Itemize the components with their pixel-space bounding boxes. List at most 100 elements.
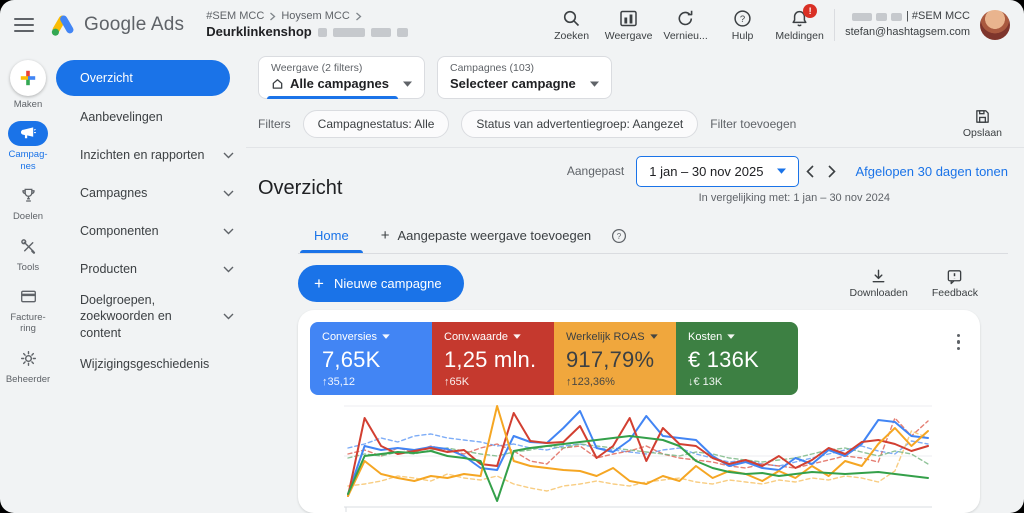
create-plus-icon xyxy=(19,69,37,87)
save-label: Opslaan xyxy=(963,127,1002,139)
menu-item-producten[interactable]: Producten xyxy=(56,250,246,288)
feedback-label: Feedback xyxy=(932,287,978,299)
scorecard-kosten[interactable]: Kosten € 136K ↓€ 13K xyxy=(676,322,798,395)
rail-item-beheerder[interactable]: Beheerder xyxy=(0,346,56,385)
scorecard-label: Kosten xyxy=(688,331,722,343)
date-mode-label: Aangepast xyxy=(567,164,624,178)
date-next-button[interactable] xyxy=(821,165,843,178)
tab-label: Home xyxy=(314,228,349,243)
date-range-picker[interactable]: 1 jan – 30 nov 2025 xyxy=(636,156,799,187)
menu-label: Overzicht xyxy=(80,71,133,85)
scorecard-value: 7,65K xyxy=(322,347,420,373)
caret-down-icon xyxy=(513,334,521,339)
scorecard-conv-waarde[interactable]: Conv.waarde 1,25 mln. ↑65K xyxy=(432,322,554,395)
menu-item-componenten[interactable]: Componenten xyxy=(56,212,246,250)
account-email: stefan@hashtagsem.com xyxy=(845,25,970,41)
notification-badge: ! xyxy=(803,4,817,18)
chart-canvas xyxy=(344,404,932,513)
feedback-button[interactable]: Feedback xyxy=(932,268,978,299)
help-button[interactable]: ? Hulp xyxy=(714,9,771,42)
breadcrumb-level1[interactable]: #SEM MCC xyxy=(206,9,264,23)
chevron-right-icon xyxy=(828,165,836,178)
account-name[interactable]: Deurklinkenshop xyxy=(206,24,311,41)
date-prev-button[interactable] xyxy=(799,165,821,178)
refresh-button[interactable]: Vernieu... xyxy=(657,9,714,42)
add-filter-button[interactable]: Filter toevoegen xyxy=(710,117,796,131)
menu-hamburger-icon[interactable] xyxy=(14,18,34,32)
help-label: Hulp xyxy=(714,30,771,42)
billing-icon xyxy=(20,288,37,305)
topbar-divider xyxy=(834,9,835,41)
rail-item-doelen[interactable]: Doelen xyxy=(0,183,56,222)
rail-item-tools[interactable]: Tools xyxy=(0,234,56,273)
save-icon xyxy=(974,108,991,125)
avatar[interactable] xyxy=(980,10,1010,40)
download-button[interactable]: Downloaden xyxy=(849,268,907,299)
google-ads-logo-icon xyxy=(50,12,76,38)
feedback-icon xyxy=(946,268,963,285)
menu-label: Aanbevelingen xyxy=(80,110,163,124)
scorecard-werkelijk-roas[interactable]: Werkelijk ROAS 917,79% ↑123,36% xyxy=(554,322,676,395)
refresh-label: Vernieu... xyxy=(657,30,714,42)
view-selector-label: Weergave (2 filters) xyxy=(271,62,412,74)
scorecard-label: Conversies xyxy=(322,331,377,343)
search-button[interactable]: Zoeken xyxy=(543,9,600,42)
rail-item-campagnes[interactable]: Campag-nes xyxy=(0,121,56,172)
rail-label: Beheerder xyxy=(3,374,53,385)
scorecard-value: € 136K xyxy=(688,347,786,373)
menu-item-doelgroepen[interactable]: Doelgroepen, zoekwoorden en content xyxy=(56,288,246,345)
tab-add-custom-view[interactable]: + Aangepaste weergave toevoegen xyxy=(365,220,607,253)
chevron-right-icon xyxy=(269,12,276,21)
scorecard-delta: ↑65K xyxy=(444,376,542,388)
show-last-30-days-link[interactable]: Afgelopen 30 dagen tonen xyxy=(855,164,1008,179)
card-menu-kebab-icon[interactable] xyxy=(953,330,965,355)
save-button[interactable]: Opslaan xyxy=(963,108,1002,139)
chevron-down-icon xyxy=(223,228,234,235)
view-selector[interactable]: Weergave (2 filters) Alle campagnes xyxy=(258,56,425,99)
caret-down-icon xyxy=(650,334,658,339)
caret-down-icon xyxy=(403,81,412,87)
view-button[interactable]: Weergave xyxy=(600,9,657,42)
google-ads-logo[interactable]: Google Ads xyxy=(50,12,184,38)
tabs-help-button[interactable]: ? xyxy=(611,228,627,244)
menu-label: Campagnes xyxy=(80,186,147,200)
plus-icon: + xyxy=(381,227,390,244)
filter-chip-advertentiegroep[interactable]: Status van advertentiegroep: Aangezet xyxy=(461,110,698,138)
campaign-selector[interactable]: Campagnes (103) Selecteer campagne xyxy=(437,56,612,99)
rail-item-maken[interactable]: Maken xyxy=(0,60,56,110)
breadcrumb-level2[interactable]: Hoysem MCC xyxy=(281,9,349,23)
tabs: Home + Aangepaste weergave toevoegen ? xyxy=(298,220,1008,254)
home-icon xyxy=(271,77,284,90)
plus-icon: + xyxy=(314,275,324,292)
new-campaign-button[interactable]: + Nieuwe campagne xyxy=(298,265,464,302)
logo-text: Google Ads xyxy=(84,14,184,36)
menu-item-wijzigingsgeschiedenis[interactable]: Wijzigingsgeschiedenis xyxy=(56,345,246,383)
caret-down-icon xyxy=(727,334,735,339)
gear-icon xyxy=(20,350,37,367)
redacted-block xyxy=(891,13,902,21)
scorecard-value: 1,25 mln. xyxy=(444,347,542,373)
menu-item-inzichten-en-rapporten[interactable]: Inzichten en rapporten xyxy=(56,136,246,174)
menu-item-campagnes[interactable]: Campagnes xyxy=(56,174,246,212)
caret-down-icon xyxy=(590,81,599,87)
menu-item-overzicht[interactable]: Overzicht xyxy=(56,60,230,96)
actions-row: + Nieuwe campagne Downloaden Feedback xyxy=(298,265,1008,302)
nav-menu: Overzicht Aanbevelingen Inzichten en rap… xyxy=(56,48,246,513)
chevron-right-icon xyxy=(355,12,362,21)
notifications-button[interactable]: ! Meldingen xyxy=(771,9,828,42)
performance-chart[interactable]: 30 dec 2024 24 nov 2025 xyxy=(344,404,932,513)
redacted-block xyxy=(852,13,872,21)
caret-down-icon xyxy=(382,334,390,339)
filter-chip-campagnestatus[interactable]: Campagnestatus: Alle xyxy=(303,110,450,138)
columns-icon xyxy=(619,9,638,28)
svg-text:?: ? xyxy=(740,14,745,25)
scorecard-delta: ↓€ 13K xyxy=(688,376,786,388)
tab-home[interactable]: Home xyxy=(298,221,365,252)
rail-item-facturering[interactable]: Facture-ring xyxy=(0,284,56,335)
menu-item-aanbevelingen[interactable]: Aanbevelingen xyxy=(56,98,246,136)
account-info[interactable]: | #SEM MCC stefan@hashtagsem.com xyxy=(845,9,970,41)
download-label: Downloaden xyxy=(849,287,907,299)
scorecard-conversies[interactable]: Conversies 7,65K ↑35,12 xyxy=(310,322,432,395)
redacted-block xyxy=(397,28,408,37)
page-title: Overzicht xyxy=(258,169,342,200)
